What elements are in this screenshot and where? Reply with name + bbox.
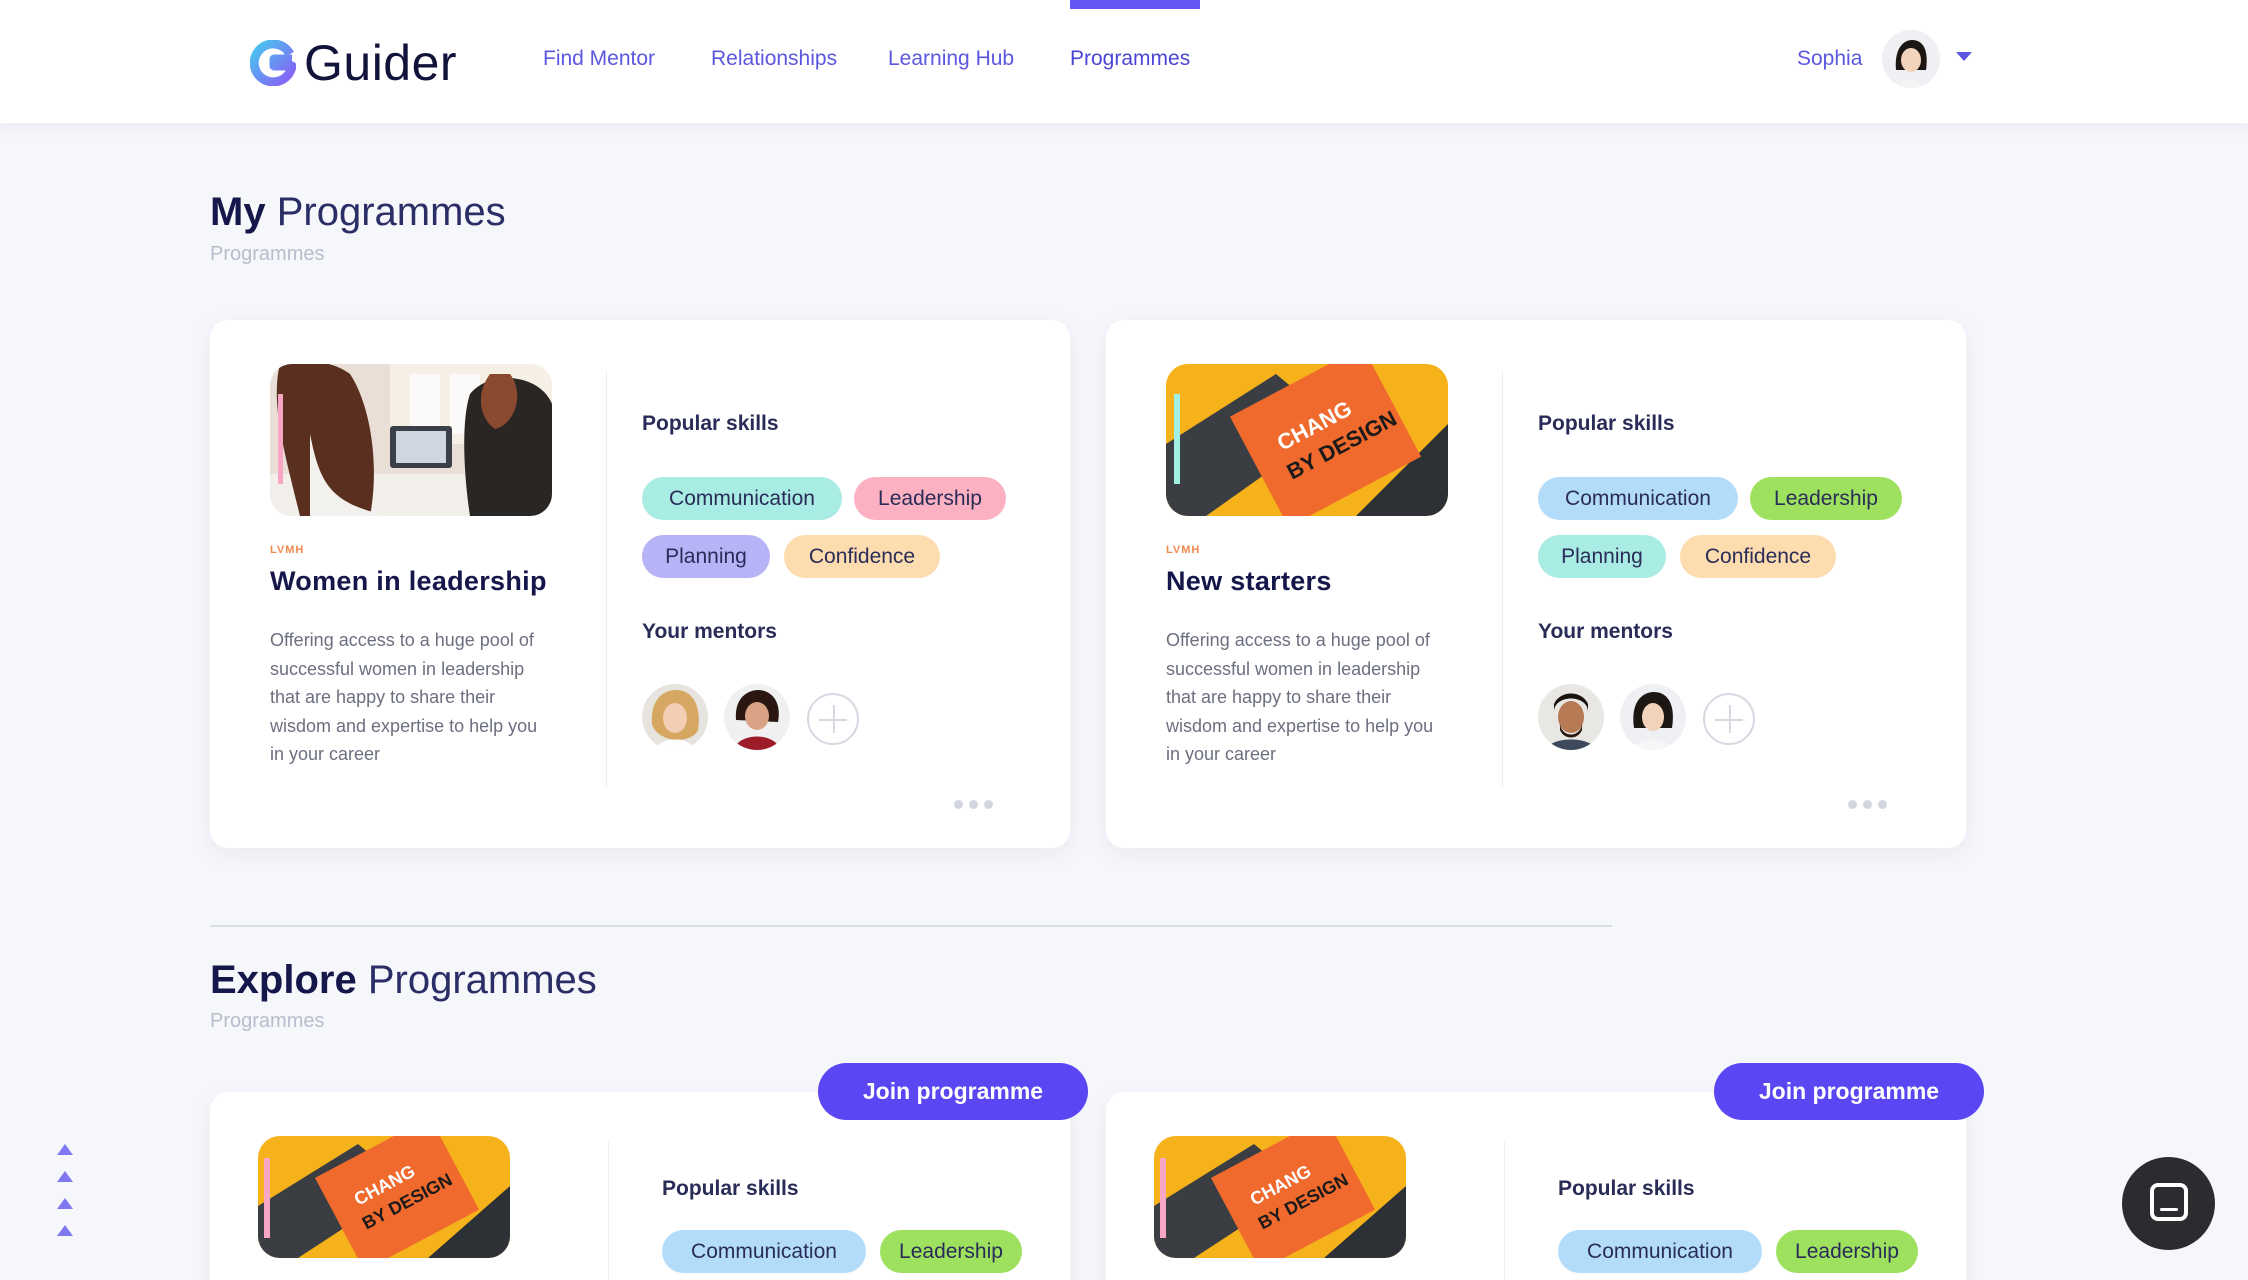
programme-title[interactable]: New starters <box>1166 566 1332 597</box>
skill-chip[interactable]: Confidence <box>1680 535 1836 578</box>
programme-org: LVMH <box>270 544 305 556</box>
nav-relationships[interactable]: Relationships <box>711 47 837 71</box>
title-bold: My <box>210 190 266 234</box>
card-divider <box>1504 1142 1505 1280</box>
top-navigation-bar: Guider Find Mentor Relationships Learnin… <box>0 0 2248 123</box>
your-mentors-label: Your mentors <box>1538 620 1673 643</box>
programme-description: Offering access to a huge pool of succes… <box>1166 630 1434 765</box>
app-name: Guider <box>304 35 458 91</box>
my-programmes-title: My Programmes <box>210 190 506 235</box>
programme-description: Offering access to a huge pool of succes… <box>270 630 538 765</box>
skill-chip[interactable]: Leadership <box>854 477 1006 520</box>
chat-icon <box>2150 1183 2188 1221</box>
skill-chip[interactable]: Leadership <box>1776 1230 1918 1273</box>
skill-chip[interactable]: Communication <box>662 1230 866 1273</box>
popular-skills-label: Popular skills <box>642 412 779 435</box>
explore-programmes-title: Explore Programmes <box>210 958 597 1003</box>
skill-chip[interactable]: Communication <box>1558 1230 1762 1273</box>
card-divider <box>608 1142 609 1280</box>
chat-button[interactable] <box>2122 1157 2215 1250</box>
scroll-up-icon[interactable] <box>57 1144 73 1252</box>
explore-programmes-subtitle: Programmes <box>210 1010 325 1032</box>
caret-down-icon[interactable] <box>1956 51 1973 61</box>
my-programmes-subtitle: Programmes <box>210 243 325 265</box>
nav-active-indicator <box>1070 0 1200 9</box>
skill-chip[interactable]: Leadership <box>1750 477 1902 520</box>
user-name: Sophia <box>1797 47 1863 70</box>
skill-chip[interactable]: Communication <box>1538 477 1738 520</box>
nav-learning-hub[interactable]: Learning Hub <box>888 47 1014 71</box>
skill-chip[interactable]: Planning <box>642 535 770 578</box>
skill-chip[interactable]: Leadership <box>880 1230 1022 1273</box>
programme-card-new-starters[interactable]: CHANG BY DESIGN LVMH New starters Offeri… <box>1106 320 1966 848</box>
card-divider <box>606 370 607 788</box>
nav-programmes[interactable]: Programmes <box>1070 47 1190 71</box>
add-mentor-icon[interactable] <box>807 693 859 745</box>
programme-image: CHANG BY DESIGN <box>1154 1136 1406 1258</box>
programme-image: CHANG BY DESIGN <box>1166 364 1448 516</box>
add-mentor-icon[interactable] <box>1703 693 1755 745</box>
programme-title[interactable]: Women in leadership <box>270 566 547 597</box>
user-menu[interactable]: Sophia <box>1797 30 1973 88</box>
programme-image: CHANG BY DESIGN <box>258 1136 510 1258</box>
your-mentors-label: Your mentors <box>642 620 777 643</box>
more-options-icon[interactable] <box>1848 800 1887 809</box>
user-avatar[interactable] <box>1882 30 1941 88</box>
title-rest: Programmes <box>276 190 506 234</box>
skill-chip[interactable]: Confidence <box>784 535 940 578</box>
title-bold: Explore <box>210 958 357 1002</box>
mentor-avatar[interactable] <box>1538 684 1604 750</box>
popular-skills-label: Popular skills <box>1558 1177 1695 1200</box>
programme-org: LVMH <box>1166 544 1201 556</box>
title-rest: Programmes <box>367 958 597 1002</box>
mentor-avatar[interactable] <box>1620 684 1686 750</box>
guider-logo[interactable]: Guider <box>250 34 457 92</box>
skill-chip[interactable]: Communication <box>642 477 842 520</box>
join-programme-button[interactable]: Join programme <box>818 1063 1088 1120</box>
explore-programme-card[interactable]: CHANG BY DESIGN Popular skills Communica… <box>210 1092 1070 1280</box>
popular-skills-label: Popular skills <box>1538 412 1675 435</box>
programme-card-women-in-leadership[interactable]: LVMH Women in leadership Offering access… <box>210 320 1070 848</box>
explore-programme-card[interactable]: CHANG BY DESIGN Popular skills Communica… <box>1106 1092 1966 1280</box>
popular-skills-label: Popular skills <box>662 1177 799 1200</box>
programme-image <box>270 364 552 516</box>
skill-chip[interactable]: Planning <box>1538 535 1666 578</box>
mentor-avatar[interactable] <box>724 684 790 750</box>
guider-logo-icon <box>250 40 296 86</box>
mentor-avatar[interactable] <box>642 684 708 750</box>
card-divider <box>1502 370 1503 788</box>
section-divider <box>210 925 1612 927</box>
more-options-icon[interactable] <box>954 800 993 809</box>
nav-find-mentor[interactable]: Find Mentor <box>543 47 655 71</box>
join-programme-button[interactable]: Join programme <box>1714 1063 1984 1120</box>
